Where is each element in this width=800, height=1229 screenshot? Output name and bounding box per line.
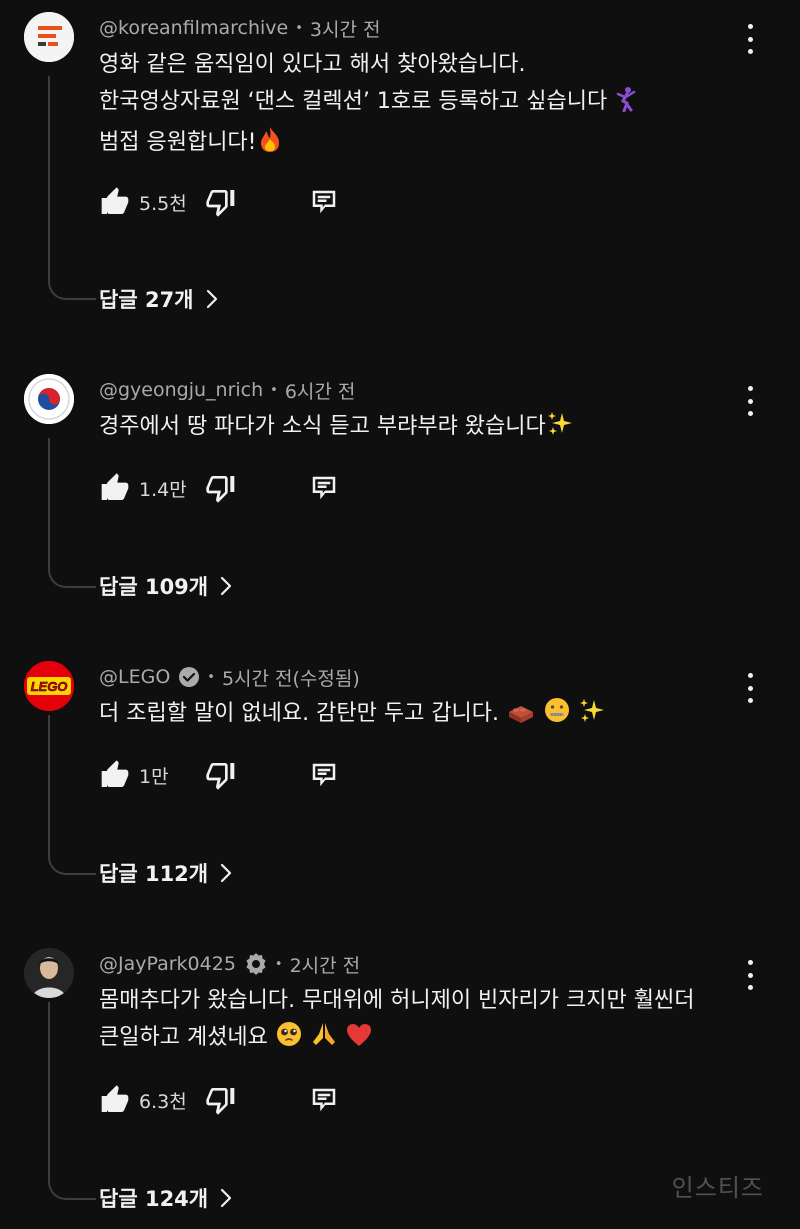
more-options-icon[interactable] [738, 960, 762, 990]
reply-icon[interactable] [309, 1084, 339, 1116]
chevron-right-icon [221, 576, 232, 596]
thread-line [48, 715, 96, 875]
avatar[interactable]: LEGO [24, 661, 74, 711]
comment-line: 큰일하고 계셨네요 [99, 1019, 739, 1060]
thread-line [48, 1002, 96, 1200]
dislike-icon[interactable] [205, 1084, 237, 1116]
timestamp: 6시간 전 [284, 380, 356, 403]
comment-line: 더 조립할 말이 없네요. 감탄만 두고 갑니다. [99, 695, 739, 736]
more-options-icon[interactable] [738, 24, 762, 54]
comment-actions: 1만 [99, 757, 339, 793]
pleading-face-emoji-icon [275, 1020, 303, 1060]
artist-badge-icon [244, 952, 268, 976]
like-icon[interactable] [99, 1084, 131, 1116]
more-options-icon[interactable] [738, 673, 762, 703]
separator-dot: • [295, 20, 303, 36]
avatar[interactable] [24, 948, 74, 998]
sparkles-emoji-icon [578, 698, 606, 736]
chevron-right-icon [221, 1188, 232, 1208]
dislike-icon[interactable] [205, 759, 237, 791]
fire-emoji-icon [257, 125, 283, 165]
like-count: 6.3천 [139, 1090, 187, 1113]
avatar[interactable] [24, 374, 74, 424]
koreanfilmarchive-logo-icon [24, 12, 74, 62]
comment-line: 범접 응원합니다! [99, 124, 739, 165]
view-replies-button[interactable]: 답글 27개 [99, 284, 218, 314]
view-replies-button[interactable]: 답글 124개 [99, 1183, 232, 1213]
comment-line: 경주에서 땅 파다가 소식 듣고 부랴부랴 왔습니다 [99, 408, 739, 449]
gyeongju-emblem-icon [24, 374, 74, 424]
comment-item: LEGO @LEGO • 5시간 전(수정됨) 더 조립할 말이 없네요. 감탄… [0, 649, 800, 899]
dislike-icon[interactable] [205, 186, 237, 218]
timestamp: 5시간 전(수정됨) [221, 667, 360, 690]
comment-meta: @JayPark0425 • 2시간 전 [99, 951, 360, 977]
separator-dot: • [274, 956, 283, 972]
comment-item: @gyeongju_nrich • 6시간 전 경주에서 땅 파다가 소식 듣고… [0, 362, 800, 612]
like-count: 1.4만 [139, 478, 187, 501]
comment-meta: @koreanfilmarchive • 3시간 전 [99, 15, 380, 41]
lego-logo-icon: LEGO [24, 661, 74, 711]
jaypark-photo-icon [24, 948, 74, 998]
zipper-mouth-face-emoji-icon [543, 696, 571, 736]
reply-icon[interactable] [309, 472, 339, 504]
comment-item: @koreanfilmarchive • 3시간 전 영화 같은 움직임이 있다… [0, 0, 800, 320]
timestamp: 2시간 전 [289, 954, 361, 977]
replies-label: 답글 27개 [99, 288, 194, 312]
comment-text: 더 조립할 말이 없네요. 감탄만 두고 갑니다. [99, 695, 739, 736]
username[interactable]: @koreanfilmarchive [99, 17, 288, 39]
reply-icon[interactable] [309, 186, 339, 218]
avatar[interactable] [24, 12, 74, 62]
like-icon[interactable] [99, 472, 131, 504]
like-count: 1만 [139, 765, 169, 788]
comment-meta: @gyeongju_nrich • 6시간 전 [99, 377, 355, 403]
like-icon[interactable] [99, 186, 131, 218]
brick-emoji-icon [506, 698, 536, 736]
comment-text: 경주에서 땅 파다가 소식 듣고 부랴부랴 왔습니다 [99, 408, 739, 449]
dancing-person-emoji-icon [614, 86, 638, 124]
watermark: 인스티즈 [671, 1174, 764, 1202]
comment-actions: 5.5천 [99, 184, 339, 220]
comment-line: 몸매추다가 왔습니다. 무대위에 허니제이 빈자리가 크지만 훨씬더 [99, 988, 695, 1013]
comment-text: 몸매추다가 왔습니다. 무대위에 허니제이 빈자리가 크지만 훨씬더 큰일하고 … [99, 982, 739, 1060]
like-icon[interactable] [99, 759, 131, 791]
replies-label: 답글 109개 [99, 575, 209, 599]
view-replies-button[interactable]: 답글 109개 [99, 571, 232, 601]
replies-label: 답글 124개 [99, 1187, 209, 1211]
like-count: 5.5천 [139, 192, 187, 215]
timestamp: 3시간 전 [309, 18, 381, 41]
comment-meta: @LEGO • 5시간 전(수정됨) [99, 664, 360, 690]
username[interactable]: @JayPark0425 [99, 953, 236, 975]
chevron-right-icon [206, 289, 217, 309]
more-options-icon[interactable] [738, 386, 762, 416]
comment-line: 한국영상자료원 ‘댄스 컬렉션’ 1호로 등록하고 싶습니다 [99, 83, 739, 124]
comment-actions: 1.4만 [99, 470, 339, 506]
view-replies-button[interactable]: 답글 112개 [99, 858, 232, 888]
thread-line [48, 438, 96, 588]
thread-line [48, 76, 96, 300]
username[interactable]: @gyeongju_nrich [99, 379, 263, 401]
separator-dot: • [207, 669, 215, 685]
verified-check-icon [178, 666, 200, 688]
comment-actions: 6.3천 [99, 1082, 339, 1118]
replies-label: 답글 112개 [99, 862, 209, 886]
sparkles-emoji-icon [546, 411, 574, 449]
red-heart-emoji-icon [345, 1022, 373, 1060]
folded-hands-emoji-icon [310, 1020, 338, 1060]
svg-text:LEGO: LEGO [31, 679, 68, 694]
chevron-right-icon [221, 863, 232, 883]
username[interactable]: @LEGO [99, 666, 170, 688]
separator-dot: • [270, 382, 278, 398]
comment-line: 영화 같은 움직임이 있다고 해서 찾아왔습니다. [99, 52, 526, 77]
reply-icon[interactable] [309, 759, 339, 791]
comment-text: 영화 같은 움직임이 있다고 해서 찾아왔습니다. 한국영상자료원 ‘댄스 컬렉… [99, 46, 739, 165]
dislike-icon[interactable] [205, 472, 237, 504]
